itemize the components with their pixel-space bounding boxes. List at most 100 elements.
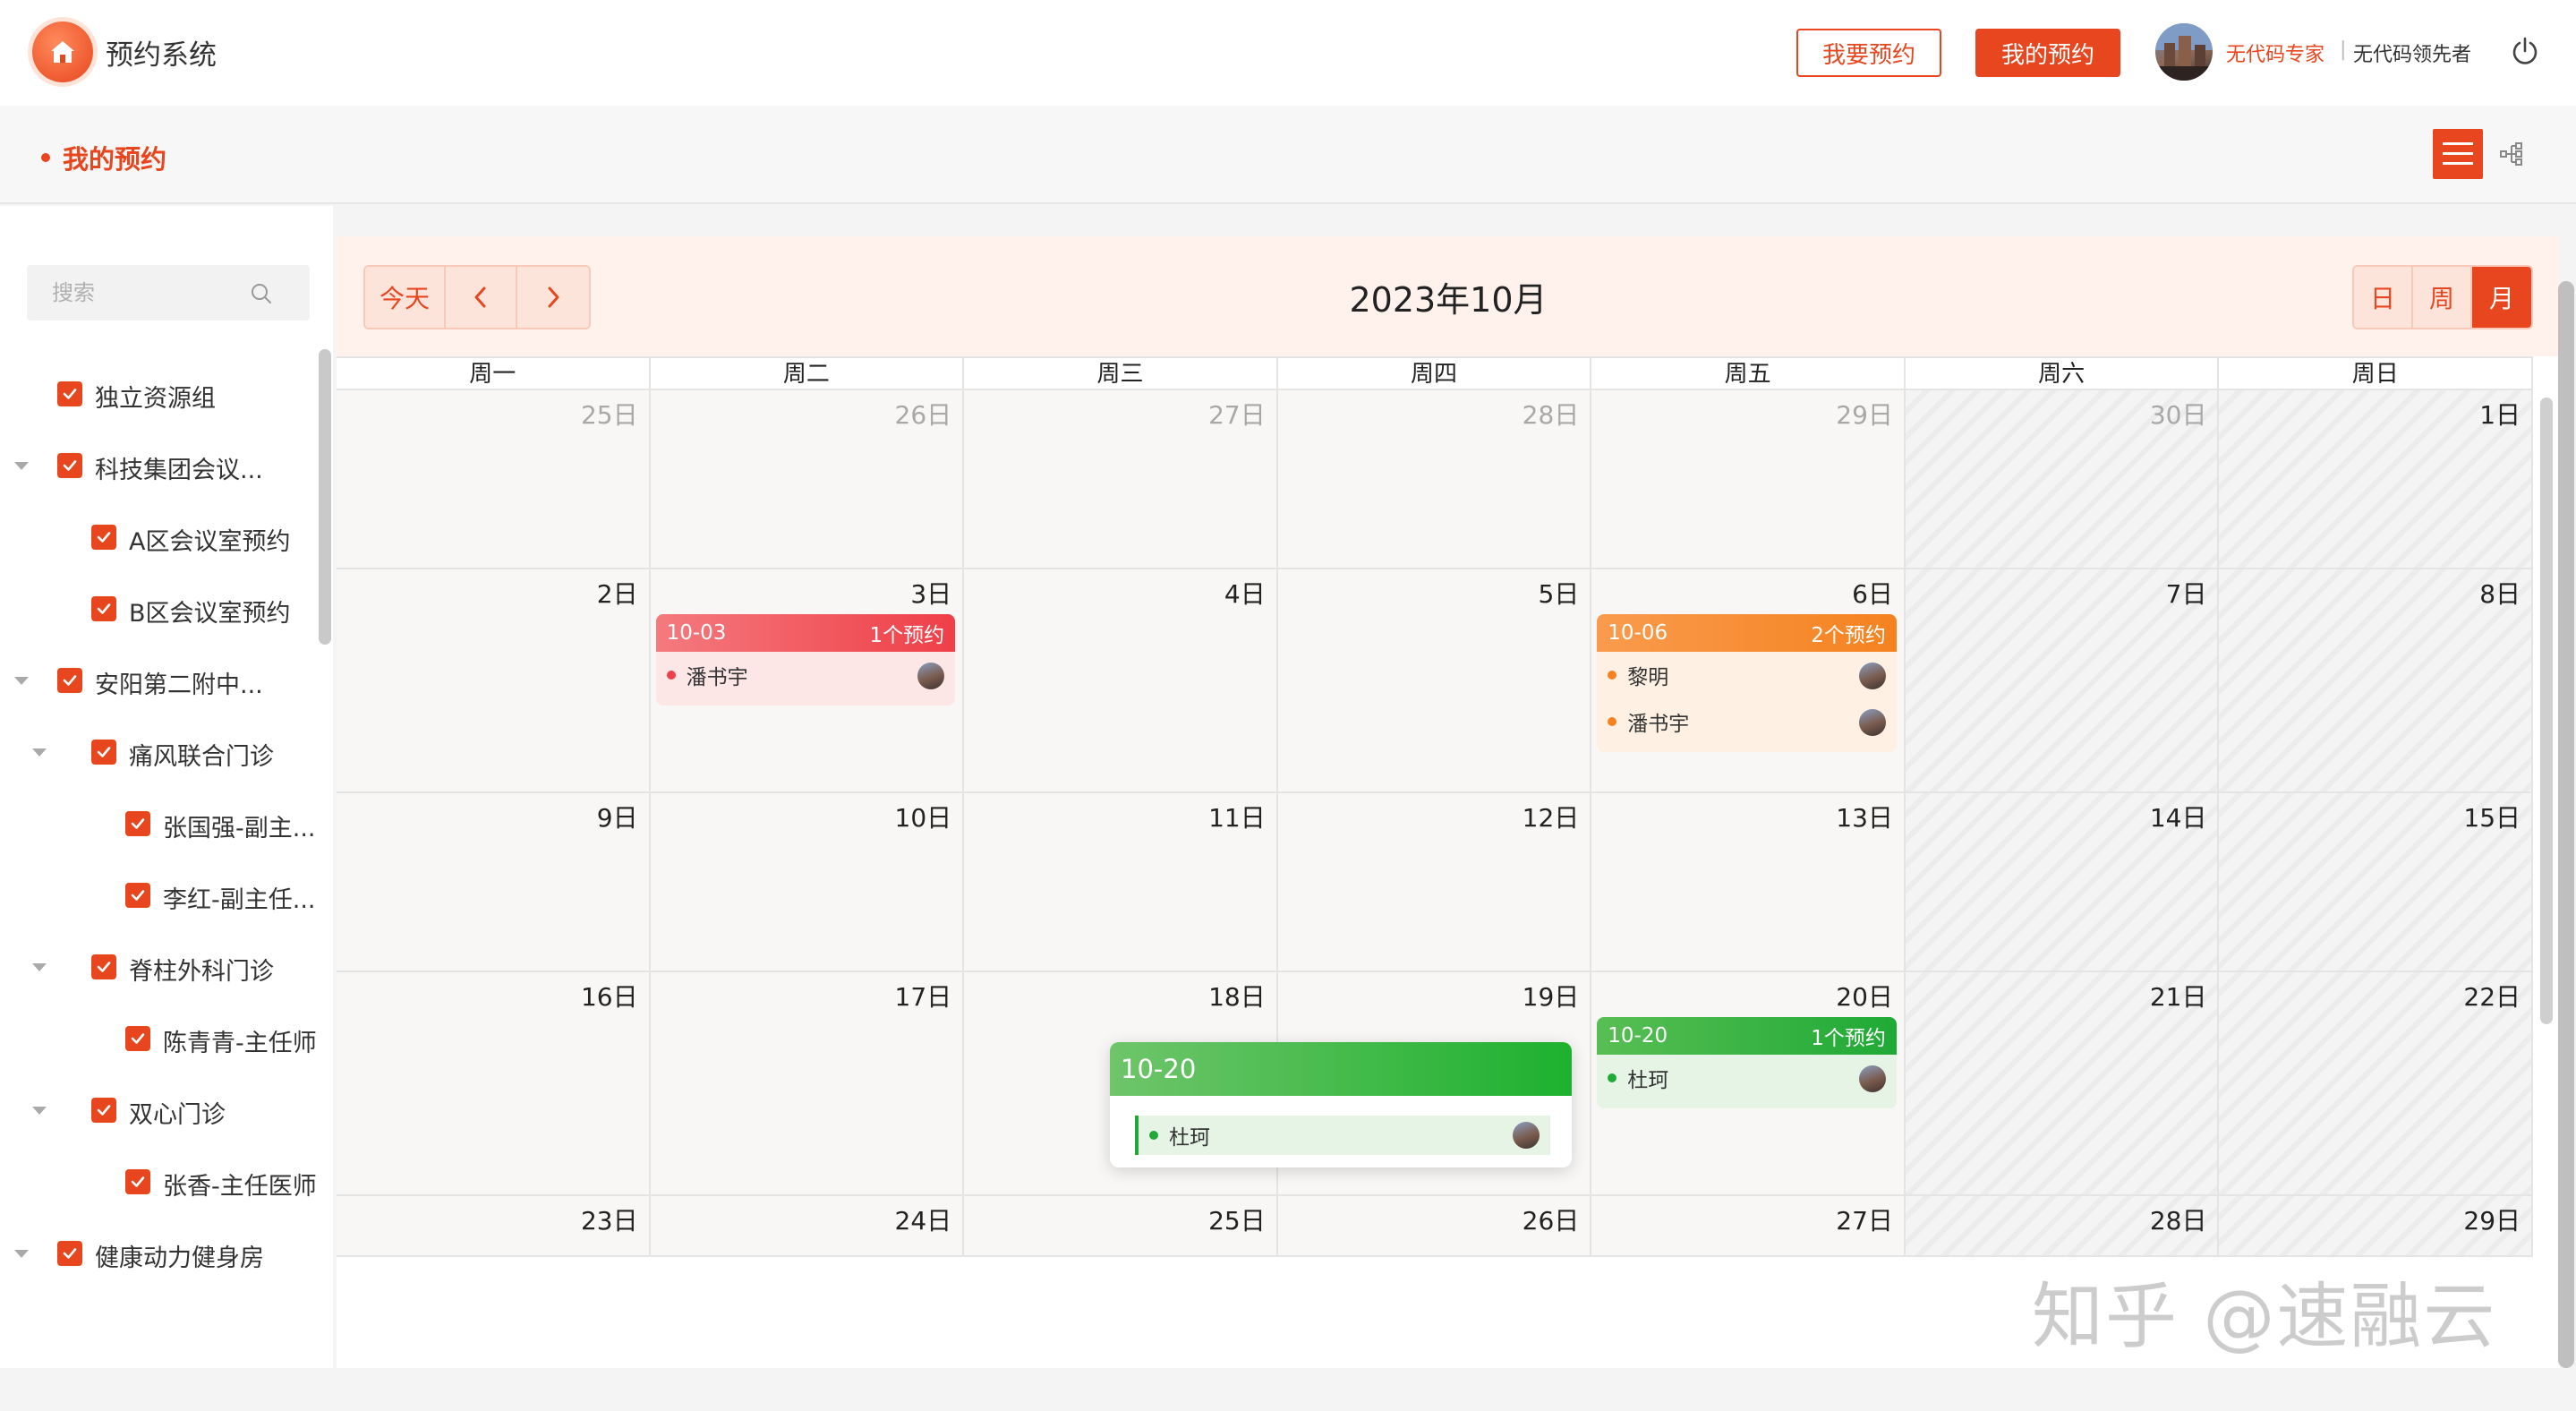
view-mode-button[interactable]: 月	[2472, 267, 2531, 328]
checkbox[interactable]	[91, 1098, 116, 1123]
day-cell[interactable]: 16日	[337, 972, 651, 1196]
day-cell[interactable]: 23日	[337, 1196, 651, 1257]
day-cell[interactable]: 8日	[2219, 569, 2534, 793]
event-header[interactable]: 10-03 1个预约	[655, 614, 956, 652]
booking-item[interactable]: 潘书宇	[1597, 698, 1897, 745]
weekday-label: 周二	[651, 358, 965, 389]
checkbox[interactable]	[125, 811, 150, 836]
tree-item[interactable]: A区会议室预约	[0, 501, 322, 573]
search-icon[interactable]	[249, 281, 274, 306]
tree-item[interactable]: 李红-副主任...	[0, 859, 322, 931]
day-cell[interactable]: 26日	[1277, 1196, 1592, 1257]
view-mode-button[interactable]: 周	[2413, 267, 2472, 328]
tree-item[interactable]: 痛风联合门诊	[0, 716, 322, 788]
day-cell[interactable]: 10日	[650, 793, 965, 972]
booking-item[interactable]: 潘书宇	[656, 652, 956, 698]
user-avatar[interactable]	[2155, 23, 2213, 81]
day-cell[interactable]: 9日	[337, 793, 651, 972]
caret-down-icon[interactable]	[32, 748, 47, 757]
event-header[interactable]: 10-06 2个预约	[1597, 614, 1897, 652]
tree-item[interactable]: 科技集团会议...	[0, 430, 322, 501]
day-cell[interactable]: 26日	[650, 390, 965, 569]
popup-booking-item[interactable]: 杜珂	[1135, 1116, 1550, 1155]
checkbox[interactable]	[125, 1026, 150, 1051]
event-card[interactable]: 10-03 1个预约 潘书宇	[655, 614, 956, 706]
checkbox[interactable]	[57, 381, 82, 406]
day-number: 27日	[1208, 400, 1266, 430]
tree-item[interactable]: B区会议室预约	[0, 573, 322, 645]
day-cell[interactable]: 27日	[964, 390, 1278, 569]
day-cell[interactable]: 15日	[2219, 793, 2534, 972]
day-cell[interactable]: 11日	[964, 793, 1278, 972]
checkbox[interactable]	[91, 740, 116, 765]
day-cell[interactable]: 30日	[1905, 390, 2220, 569]
day-cell[interactable]: 25日	[337, 390, 651, 569]
day-cell[interactable]: 12日	[1277, 793, 1592, 972]
event-popup[interactable]: 10-20 杜珂	[1110, 1042, 1572, 1167]
day-cell[interactable]: 25日	[964, 1196, 1278, 1257]
event-card[interactable]: 10-20 1个预约 杜珂	[1597, 1017, 1897, 1108]
calendar-scrollbar[interactable]	[2540, 398, 2553, 1024]
day-number: 11日	[1208, 803, 1266, 833]
day-cell[interactable]: 13日	[1591, 793, 1906, 972]
checkbox[interactable]	[91, 525, 116, 550]
checkbox[interactable]	[57, 453, 82, 478]
day-number: 20日	[1836, 982, 1893, 1012]
day-cell[interactable]: 2日	[337, 569, 651, 793]
day-number: 15日	[2463, 803, 2521, 833]
day-number: 23日	[580, 1206, 638, 1236]
checkbox[interactable]	[125, 883, 150, 908]
day-cell[interactable]: 7日	[1905, 569, 2220, 793]
caret-down-icon[interactable]	[32, 1107, 47, 1115]
caret-down-icon[interactable]	[14, 677, 29, 685]
tree-view-button[interactable]	[2490, 133, 2533, 175]
day-cell[interactable]: 28日	[1277, 390, 1592, 569]
tree-item[interactable]: 张香-主任医师	[0, 1146, 322, 1218]
power-icon[interactable]	[2509, 36, 2541, 68]
checkbox[interactable]	[125, 1169, 150, 1194]
day-cell[interactable]: 24日	[650, 1196, 965, 1257]
day-cell[interactable]: 1日	[2219, 390, 2534, 569]
day-cell[interactable]: 22日	[2219, 972, 2534, 1196]
book-button[interactable]: 我要预约	[1796, 29, 1941, 77]
checkbox[interactable]	[57, 668, 82, 693]
caret-down-icon[interactable]	[14, 1250, 29, 1258]
tree-item[interactable]: 张国强-副主...	[0, 788, 322, 859]
day-cell[interactable]: 14日	[1905, 793, 2220, 972]
sidebar-scrollbar[interactable]	[319, 349, 331, 645]
day-cell[interactable]: 29日	[1591, 390, 1906, 569]
watermark: 知乎 @速融云	[2032, 1275, 2497, 1358]
home-logo-icon[interactable]	[32, 21, 93, 82]
list-view-button[interactable]	[2433, 129, 2483, 179]
event-header[interactable]: 10-20 1个预约	[1597, 1017, 1897, 1055]
tree-item[interactable]: 陈青青-主任师	[0, 1003, 322, 1074]
week-row: 23日 24日 25日 26日 27日 28日 29日	[337, 1196, 2534, 1257]
tree-item-label: 脊柱外科门诊	[129, 958, 274, 986]
checkbox[interactable]	[91, 596, 116, 621]
day-cell[interactable]: 27日	[1591, 1196, 1906, 1257]
day-cell[interactable]: 29日	[2219, 1196, 2534, 1257]
caret-down-icon[interactable]	[32, 963, 47, 971]
caret-down-icon[interactable]	[14, 462, 29, 470]
tree-item[interactable]: 健康动力健身房	[0, 1218, 322, 1289]
booking-item[interactable]: 黎明	[1597, 652, 1897, 698]
day-cell[interactable]: 4日	[964, 569, 1278, 793]
day-cell[interactable]: 17日	[650, 972, 965, 1196]
booking-item[interactable]: 杜珂	[1597, 1055, 1897, 1101]
tree-item[interactable]: 安阳第二附中...	[0, 645, 322, 716]
checkbox[interactable]	[57, 1241, 82, 1266]
user-separator: |	[2340, 38, 2347, 61]
day-cell[interactable]: 28日	[1905, 1196, 2220, 1257]
day-cell[interactable]: 21日	[1905, 972, 2220, 1196]
page-scrollbar[interactable]	[2558, 281, 2574, 1368]
tree-item[interactable]: 双心门诊	[0, 1074, 322, 1146]
my-bookings-button[interactable]: 我的预约	[1975, 29, 2120, 77]
tree-item-label: 健康动力健身房	[95, 1244, 264, 1272]
day-cell[interactable]: 5日	[1277, 569, 1592, 793]
event-card[interactable]: 10-06 2个预约 黎明 潘书宇	[1597, 614, 1897, 752]
tree-item[interactable]: 脊柱外科门诊	[0, 931, 322, 1003]
tree-item[interactable]: 独立资源组	[0, 358, 322, 430]
checkbox[interactable]	[91, 954, 116, 979]
person-avatar	[1858, 709, 1886, 736]
view-mode-button[interactable]: 日	[2354, 267, 2413, 328]
